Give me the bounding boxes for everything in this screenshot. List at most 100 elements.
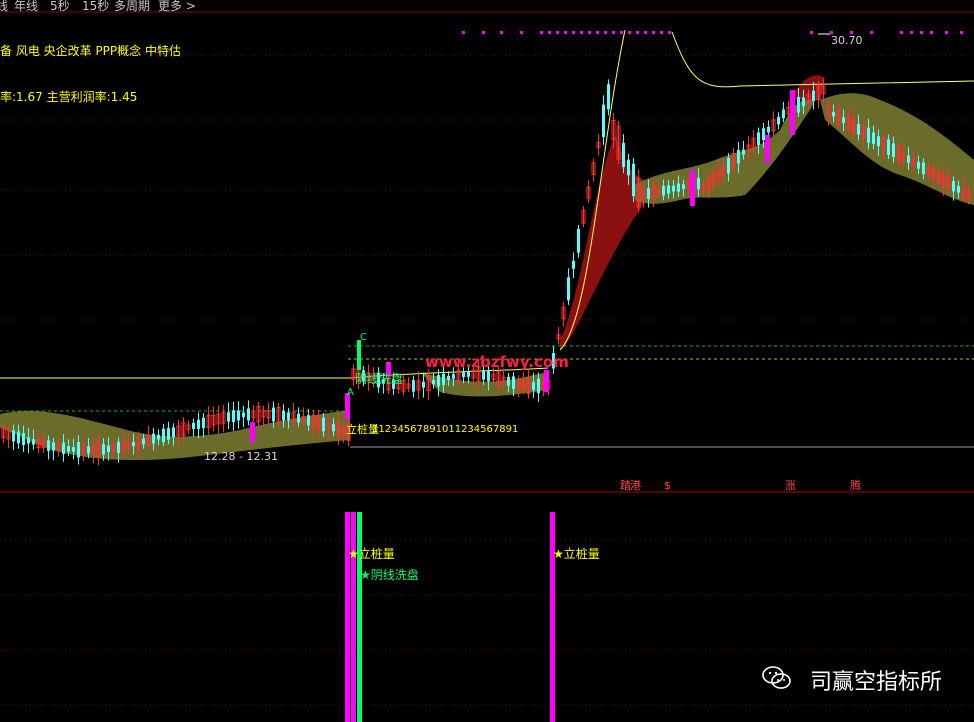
candle-body xyxy=(572,260,575,269)
signal-dot xyxy=(945,31,948,34)
marker-c: C xyxy=(360,332,367,343)
candle-body xyxy=(532,382,535,390)
signal-dot xyxy=(870,31,873,34)
lower-label-yinxian: ★阴线洗盘 xyxy=(360,567,419,582)
candle-body xyxy=(767,126,770,133)
candle-body xyxy=(67,446,70,452)
candle-body xyxy=(887,139,890,156)
candle-body xyxy=(667,185,670,194)
candle-body xyxy=(622,142,625,168)
candle-body xyxy=(452,374,455,379)
signal-dot xyxy=(930,31,933,34)
concept-tags: 备 风电 央企改革 PPP概念 中特估 xyxy=(0,44,181,58)
candle-body xyxy=(872,132,875,144)
candle-body xyxy=(242,412,245,418)
lower-bar-3 xyxy=(357,512,362,722)
candle-body xyxy=(782,109,785,119)
counter-text: 11234567891011234567891 xyxy=(372,424,518,435)
candle-body xyxy=(117,441,120,453)
highlight-candle xyxy=(544,370,549,392)
kline-chart[interactable]: 30.70 12.28 - 12.31 C A 阴线洗盘 立桩量 1123456… xyxy=(0,0,974,722)
candle-body xyxy=(17,431,20,444)
candle-body xyxy=(272,407,275,422)
candle-body xyxy=(627,159,630,176)
candle-body xyxy=(777,116,780,125)
candle-body xyxy=(602,104,605,138)
cloud-red-1 xyxy=(560,135,655,350)
candle-body xyxy=(467,371,470,377)
signal-dot xyxy=(810,31,813,34)
candle-body xyxy=(157,434,160,440)
candle-body xyxy=(672,185,675,192)
candle-body xyxy=(682,184,685,190)
highlight-candle xyxy=(765,135,770,163)
candle-body xyxy=(647,188,650,199)
signal-dot xyxy=(652,31,655,34)
lower-label-lizhuang-2: ★立桩量 xyxy=(553,546,600,561)
lower-bar-1 xyxy=(345,512,350,722)
candle-body xyxy=(412,380,415,392)
candle-body xyxy=(957,185,960,193)
candle-body xyxy=(762,128,765,141)
candle-body xyxy=(842,117,845,124)
signal-dot xyxy=(628,31,631,34)
event-mark-2: 港 xyxy=(630,479,641,492)
wechat-icon xyxy=(762,666,791,689)
candle-body xyxy=(227,412,230,422)
candle-body xyxy=(442,373,445,385)
candle-body xyxy=(877,136,880,147)
candle-body xyxy=(72,447,75,452)
signal-dot xyxy=(660,31,663,34)
signal-dot xyxy=(580,31,583,34)
candle-body xyxy=(907,155,910,163)
candle-body xyxy=(47,440,50,451)
candle-body xyxy=(922,162,925,174)
candle-body xyxy=(737,149,740,164)
candle-body xyxy=(87,446,90,454)
signal-dot xyxy=(540,31,543,34)
highlight-candle xyxy=(790,90,795,135)
signal-dot xyxy=(910,31,913,34)
date-range-label: 12.28 - 12.31 xyxy=(204,450,278,463)
signal-dot xyxy=(564,31,567,34)
candle-body xyxy=(232,410,235,423)
candle-body xyxy=(697,177,700,190)
peak-price-label: 30.70 xyxy=(831,34,863,47)
candle-body xyxy=(172,427,175,438)
candle-body xyxy=(162,428,165,443)
candle-body xyxy=(447,375,450,380)
signal-dot xyxy=(482,31,485,34)
candle-body xyxy=(802,97,805,107)
lower-label-lizhuang-1: ★立桩量 xyxy=(348,546,395,561)
candle-body xyxy=(422,381,425,388)
event-mark-5: 腾 xyxy=(850,478,861,492)
candle-body xyxy=(297,413,300,423)
candle-body xyxy=(832,112,835,117)
candle-body xyxy=(662,185,665,196)
candle-body xyxy=(432,380,435,385)
signal-dot xyxy=(612,31,615,34)
candle-body xyxy=(62,442,65,454)
highlight-candle xyxy=(690,170,695,206)
signal-dots xyxy=(462,31,963,34)
candle-body xyxy=(917,161,920,169)
candle-body xyxy=(857,123,860,135)
signal-dot xyxy=(900,31,903,34)
candle-body xyxy=(797,96,800,113)
signal-dot xyxy=(668,31,671,34)
candle-body xyxy=(577,228,580,253)
candle-body xyxy=(757,132,760,146)
candle-body xyxy=(742,149,745,155)
signal-dot xyxy=(596,31,599,34)
candle-body xyxy=(132,442,135,447)
candle-body xyxy=(282,410,285,421)
candle-body xyxy=(462,372,465,378)
candle-body xyxy=(482,370,485,380)
brand-watermark: 司赢空指标所 xyxy=(809,670,942,695)
candle-body xyxy=(727,157,730,174)
candle-body xyxy=(27,437,30,444)
candle-body xyxy=(12,430,15,442)
candle-body xyxy=(867,127,870,143)
candle-body xyxy=(632,163,635,197)
lower-bar-4 xyxy=(550,512,555,722)
